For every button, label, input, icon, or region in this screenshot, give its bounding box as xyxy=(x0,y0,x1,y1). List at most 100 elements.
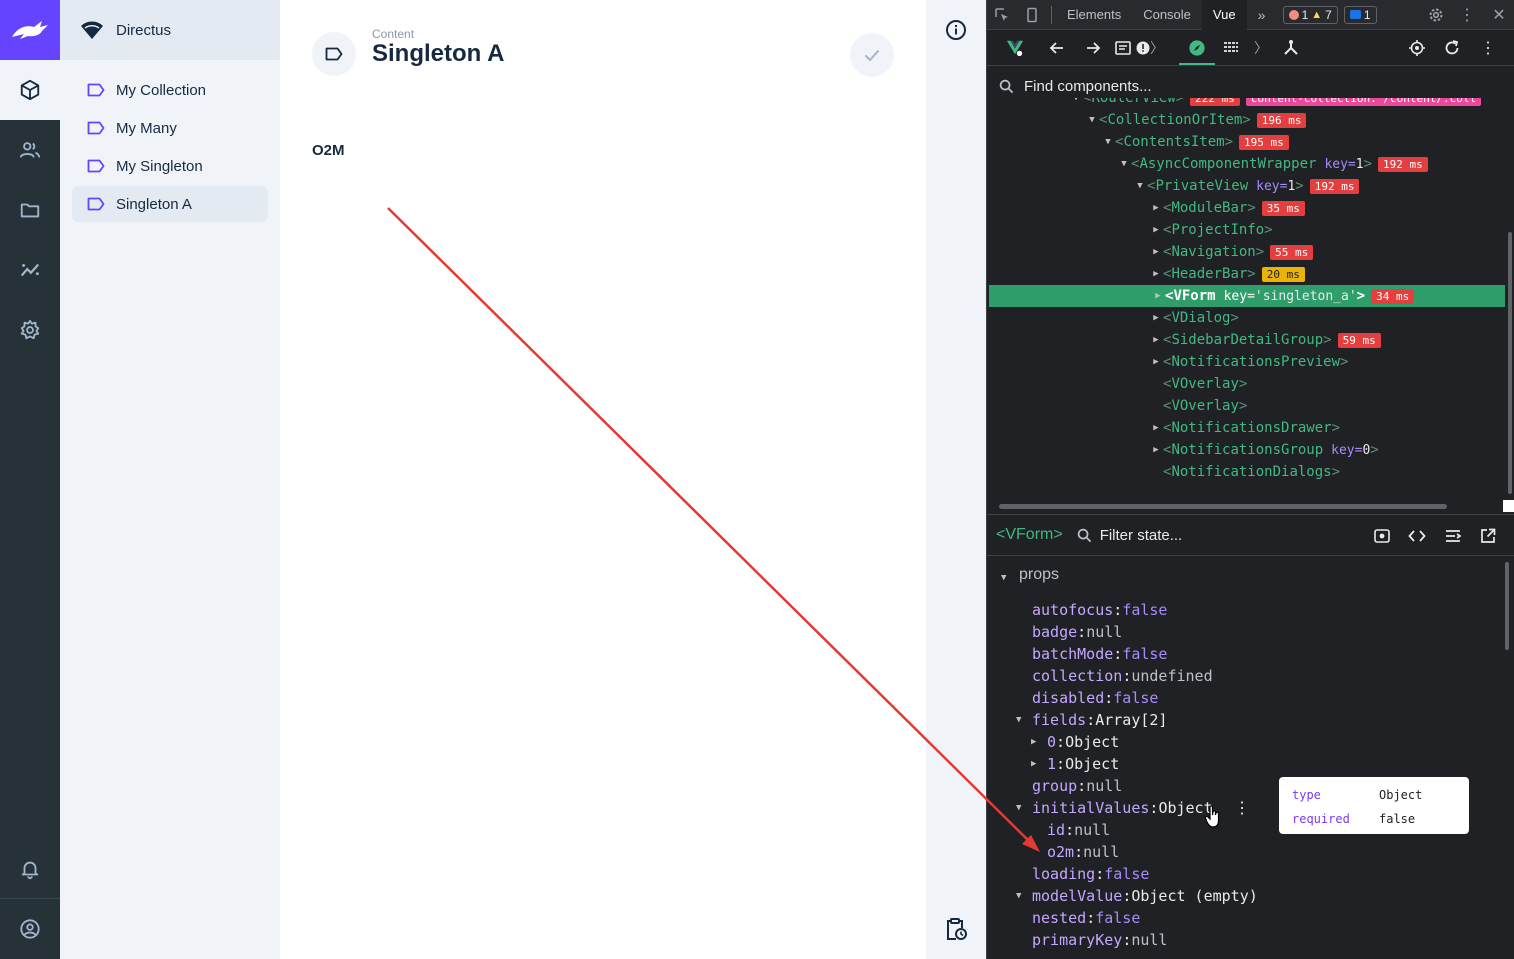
router-tab[interactable] xyxy=(1279,36,1303,60)
caret-right-icon[interactable]: ▶ xyxy=(1149,225,1163,235)
tree-node[interactable]: ▼ < ContentsItem >195 ms xyxy=(987,131,1503,153)
nav-item-singleton-a[interactable]: Singleton A xyxy=(72,186,268,222)
tree-node[interactable]: ▶ < VDialog > xyxy=(987,307,1503,329)
select-component-button[interactable] xyxy=(1405,36,1429,60)
vue-logo[interactable] xyxy=(1003,36,1027,60)
module-settings[interactable] xyxy=(0,300,60,360)
tree-node[interactable]: ▶ < VForm key='singleton_a' >34 ms xyxy=(989,285,1505,307)
tree-node[interactable]: ▶ < NotificationsGroup key=0 > xyxy=(987,439,1503,461)
prop-row[interactable]: o2m: null xyxy=(1047,841,1119,863)
device-toolbar-button[interactable] xyxy=(1017,0,1047,30)
prop-row[interactable]: 0: Object xyxy=(1047,731,1119,753)
tree-node[interactable]: ▼ < AsyncComponentWrapper key=1 >192 ms xyxy=(987,153,1503,175)
tree-node[interactable]: ▼ < PrivateView key=1 >192 ms xyxy=(987,175,1503,197)
caret-down-icon[interactable]: ▼ xyxy=(1117,159,1131,169)
error-warning-counter[interactable]: 1 ▲ 7 xyxy=(1282,5,1338,24)
tab-elements[interactable]: Elements xyxy=(1056,0,1132,30)
tree-horizontal-scrollbar[interactable] xyxy=(999,504,1447,509)
caret-down-icon[interactable]: ▼ xyxy=(1085,115,1099,125)
prop-row[interactable]: collection: undefined xyxy=(1032,665,1213,687)
caret-down-icon[interactable]: ▼ xyxy=(1016,891,1021,901)
nav-item-my-singleton[interactable]: My Singleton xyxy=(72,148,268,184)
more-vertical-icon[interactable]: ⋮ xyxy=(1476,36,1500,60)
caret-down-icon[interactable]: ▼ xyxy=(1101,137,1115,147)
caret-down-icon[interactable]: ▼ xyxy=(1016,803,1021,813)
caret-right-icon[interactable]: ▶ xyxy=(1149,247,1163,257)
inspect-element-button[interactable] xyxy=(987,0,1017,30)
caret-right-icon[interactable]: ▶ xyxy=(1149,203,1163,213)
caret-down-icon[interactable]: ▼ xyxy=(1016,715,1021,725)
directus-logo[interactable] xyxy=(0,0,60,60)
prop-row[interactable]: nested: false xyxy=(1032,907,1140,929)
caret-right-icon[interactable]: ▶ xyxy=(1149,313,1163,323)
save-button[interactable] xyxy=(850,33,894,77)
tree-node[interactable]: < VOverlay > xyxy=(987,395,1503,417)
prop-row[interactable]: autofocus: false xyxy=(1032,599,1167,621)
revisions-button[interactable] xyxy=(926,899,986,959)
prop-row[interactable]: initialValues: Object xyxy=(1032,797,1213,819)
filter-state-field[interactable]: Filter state... xyxy=(1077,527,1182,544)
prop-row[interactable]: loading: false xyxy=(1032,863,1149,885)
refresh-button[interactable] xyxy=(1440,36,1464,60)
components-tab[interactable] xyxy=(1185,36,1209,60)
prop-row[interactable]: modelValue: Object (empty) xyxy=(1032,885,1258,907)
nav-item-my-collection[interactable]: My Collection xyxy=(72,72,268,108)
module-content[interactable] xyxy=(0,60,60,120)
prop-row[interactable]: id: null xyxy=(1047,819,1110,841)
prop-row[interactable]: 1: Object xyxy=(1047,753,1119,775)
title-icon-button[interactable] xyxy=(312,32,356,76)
prop-row[interactable]: badge: null xyxy=(1032,621,1122,643)
more-options-icon[interactable]: ⋮ xyxy=(1452,0,1482,30)
prop-row[interactable]: group: null xyxy=(1032,775,1122,797)
tree-node[interactable]: ▶ < SidebarDetailGroup >59 ms xyxy=(987,329,1503,351)
tree-node[interactable]: ▼ < CollectionOrItem >196 ms xyxy=(987,109,1503,131)
caret-right-icon[interactable]: ▶ xyxy=(1151,291,1165,301)
project-info[interactable]: Directus xyxy=(60,0,280,60)
show-render-code-button[interactable] xyxy=(1407,526,1427,546)
props-scrollbar[interactable] xyxy=(1505,562,1509,650)
tab-vue[interactable]: Vue xyxy=(1201,0,1247,30)
more-tabs-chevron-icon[interactable]: » xyxy=(1247,0,1277,30)
prop-row[interactable]: disabled: false xyxy=(1032,687,1158,709)
inspect-dom-button[interactable] xyxy=(1443,526,1463,546)
caret-right-icon[interactable]: ▶ xyxy=(1149,357,1163,367)
caret-right-icon[interactable]: ▶ xyxy=(1031,759,1036,769)
nav-item-my-many[interactable]: My Many xyxy=(72,110,268,146)
breadcrumb[interactable]: Content xyxy=(372,27,414,41)
open-in-editor-button[interactable] xyxy=(1478,526,1498,546)
scroll-to-component-button[interactable] xyxy=(1372,526,1392,546)
tree-node[interactable]: ▶ < NotificationsPreview > xyxy=(987,351,1503,373)
caret-down-icon[interactable]: ▼ xyxy=(1133,181,1147,191)
tree-node[interactable]: ▶ < ProjectInfo > xyxy=(987,219,1503,241)
tab-console[interactable]: Console xyxy=(1132,0,1202,30)
info-button[interactable] xyxy=(926,0,986,60)
module-users[interactable] xyxy=(0,120,60,180)
caret-right-icon[interactable]: ▶ xyxy=(1149,423,1163,433)
tree-node[interactable]: ▶ < ModuleBar >35 ms xyxy=(987,197,1503,219)
timeline-tab[interactable] xyxy=(1219,36,1243,60)
message-counter[interactable]: 1 xyxy=(1343,5,1377,24)
prop-row[interactable]: batchMode: false xyxy=(1032,643,1167,665)
caret-right-icon[interactable]: ▶ xyxy=(1149,445,1163,455)
props-section-title[interactable]: props xyxy=(1019,566,1059,584)
prop-row[interactable]: primaryKey: null xyxy=(1032,929,1167,951)
tree-node[interactable]: ▶ < HeaderBar >20 ms xyxy=(987,263,1503,285)
tree-scrollbar[interactable] xyxy=(1508,232,1512,494)
caret-down-icon[interactable]: ▼ xyxy=(1069,98,1083,103)
caret-right-icon[interactable]: ▶ xyxy=(1149,335,1163,345)
prop-row[interactable]: fields: Array[2] xyxy=(1032,709,1167,731)
devtools-settings-button[interactable] xyxy=(1421,0,1451,30)
close-devtools-icon[interactable]: ✕ xyxy=(1484,0,1514,30)
tree-node[interactable]: ▶ < NotificationsDrawer > xyxy=(987,417,1503,439)
prop-actions-icon[interactable]: ⋮ xyxy=(1234,798,1250,818)
tree-node[interactable]: < VOverlay > xyxy=(987,373,1503,395)
back-button[interactable] xyxy=(1045,36,1069,60)
module-files[interactable] xyxy=(0,180,60,240)
tree-node[interactable]: ▶ < Navigation >55 ms xyxy=(987,241,1503,263)
caret-down-icon[interactable]: ▼ xyxy=(1001,573,1006,583)
tree-node[interactable]: ▼ < RouterView >222 ms content-collection: /… xyxy=(987,98,1503,109)
tree-node[interactable]: < NotificationDialogs > xyxy=(987,461,1503,483)
module-insights[interactable] xyxy=(0,240,60,300)
forward-button[interactable] xyxy=(1081,36,1105,60)
notifications-button[interactable] xyxy=(0,839,60,899)
